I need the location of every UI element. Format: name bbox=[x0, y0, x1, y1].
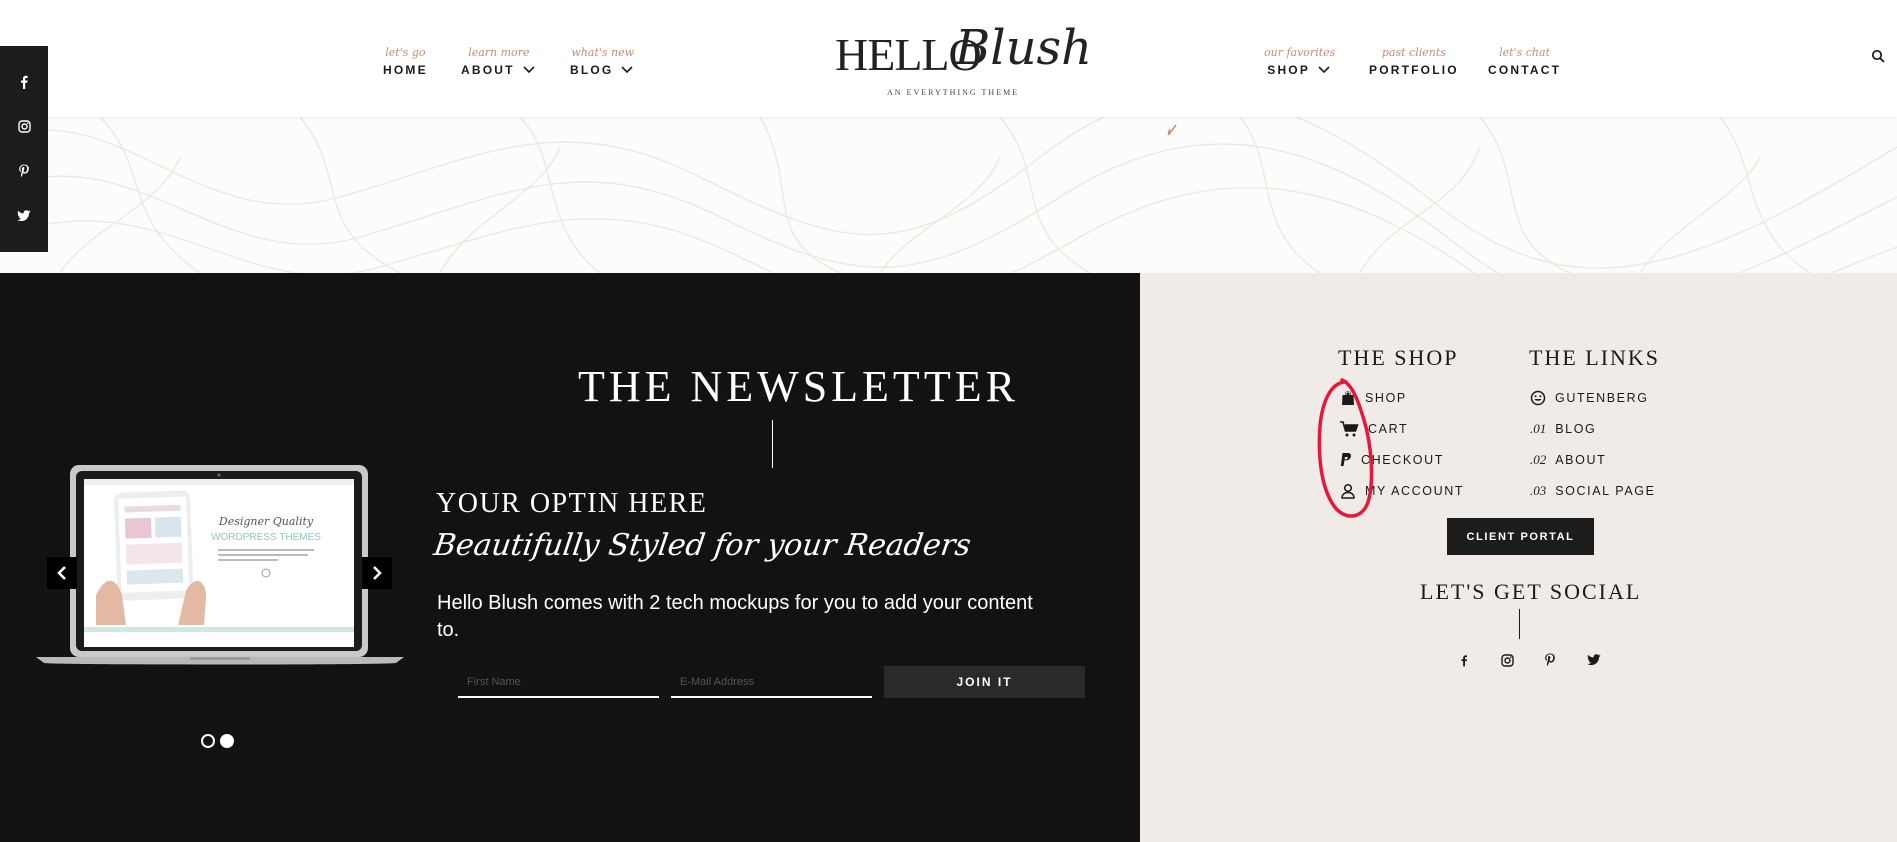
nav-shop-sub: our favorites bbox=[1264, 46, 1336, 59]
shop-link-my-account[interactable]: MY ACCOUNT bbox=[1340, 483, 1464, 499]
link-social-page[interactable]: .03 SOCIAL PAGE bbox=[1530, 483, 1656, 499]
about-link-number: .02 bbox=[1530, 452, 1547, 467]
chevron-down-icon bbox=[523, 66, 535, 74]
site-logo[interactable]: HELLO Blush AN EVERYTHING THEME bbox=[835, 22, 1092, 102]
shop-link-checkout[interactable]: CHECKOUT bbox=[1340, 452, 1444, 468]
nav-portfolio[interactable]: past clients PORTFOLIO bbox=[1369, 46, 1459, 78]
nav-contact-sub: let's chat bbox=[1499, 46, 1550, 59]
floating-social-bar bbox=[0, 46, 48, 252]
twitter-icon[interactable] bbox=[1585, 651, 1603, 669]
nav-blog[interactable]: what's new BLOG bbox=[570, 46, 635, 78]
shopping-bag-icon bbox=[1342, 391, 1354, 405]
checkout-link-label: CHECKOUT bbox=[1361, 453, 1444, 467]
slider-dots bbox=[201, 734, 234, 748]
logo-script-text: Blush bbox=[955, 20, 1093, 76]
cart-icon bbox=[1340, 421, 1359, 437]
user-icon bbox=[1341, 483, 1355, 499]
facebook-icon[interactable] bbox=[13, 71, 35, 93]
paypal-icon bbox=[1340, 453, 1351, 466]
first-name-field[interactable] bbox=[458, 668, 659, 698]
nav-portfolio-sub: past clients bbox=[1381, 46, 1446, 59]
nav-contact[interactable]: let's chat CONTACT bbox=[1488, 46, 1562, 78]
nav-blog-label: BLOG bbox=[570, 63, 614, 77]
shop-column-title: THE SHOP bbox=[1338, 345, 1459, 370]
nav-contact-label: CONTACT bbox=[1488, 63, 1562, 77]
nav-portfolio-label: PORTFOLIO bbox=[1369, 63, 1459, 77]
instagram-icon[interactable] bbox=[1498, 651, 1516, 669]
slider-dot-1[interactable] bbox=[201, 734, 215, 748]
pinterest-icon[interactable] bbox=[13, 160, 35, 182]
my-account-link-label: MY ACCOUNT bbox=[1365, 484, 1465, 498]
gutenberg-link-label: GUTENBERG bbox=[1555, 391, 1649, 405]
links-column-title: THE LINKS bbox=[1529, 345, 1661, 370]
mockup-headline-script: Designer Quality bbox=[218, 515, 314, 528]
site-header: let's go HOME learn more ABOUT what's ne… bbox=[0, 0, 1897, 117]
logo-tagline: AN EVERYTHING THEME bbox=[887, 88, 1020, 97]
link-blog[interactable]: .01 BLOG bbox=[1530, 421, 1596, 437]
email-field[interactable] bbox=[671, 668, 872, 698]
about-link-label: ABOUT bbox=[1555, 453, 1607, 467]
shop-link-shop[interactable]: SHOP bbox=[1340, 390, 1407, 406]
shop-link-cart[interactable]: CART bbox=[1340, 421, 1408, 437]
nav-home-label: HOME bbox=[383, 63, 428, 77]
optin-description: Hello Blush comes with 2 tech mockups fo… bbox=[437, 592, 1033, 641]
chevron-left-icon bbox=[57, 566, 66, 580]
cart-link-label: CART bbox=[1368, 422, 1409, 436]
chevron-down-icon bbox=[621, 66, 634, 74]
search-icon[interactable] bbox=[1871, 49, 1885, 63]
smiley-icon bbox=[1530, 390, 1546, 406]
divider-line bbox=[1519, 609, 1520, 639]
nav-about-label: ABOUT bbox=[461, 63, 515, 77]
social-page-link-number: .03 bbox=[1530, 483, 1547, 498]
chevron-down-icon bbox=[1318, 66, 1330, 74]
nav-shop-label: SHOP bbox=[1267, 63, 1311, 77]
join-button[interactable]: JOIN IT bbox=[884, 666, 1085, 698]
pinterest-icon[interactable] bbox=[1541, 651, 1559, 669]
newsletter-section: THE NEWSLETTER Designer Quality WORDPRES… bbox=[0, 273, 1140, 842]
nav-home-sub: let's go bbox=[385, 46, 426, 59]
newsletter-title: THE NEWSLETTER bbox=[578, 362, 1019, 411]
optin-title: YOUR OPTIN HERE bbox=[436, 488, 708, 519]
nav-home[interactable]: let's go HOME bbox=[383, 46, 428, 78]
optin-script-subtitle: Beautifully Styled for your Readers bbox=[431, 528, 974, 563]
nav-shop[interactable]: our favorites SHOP bbox=[1264, 46, 1336, 78]
slider-next-button[interactable] bbox=[362, 557, 392, 589]
footer-links-section: THE SHOP SHOP CART CHECKOUT MY ACCOUNT T… bbox=[1140, 273, 1897, 842]
social-page-link-label: SOCIAL PAGE bbox=[1555, 484, 1656, 498]
link-gutenberg[interactable]: GUTENBERG bbox=[1530, 390, 1649, 406]
chevron-right-icon bbox=[373, 566, 382, 580]
blog-link-number: .01 bbox=[1530, 421, 1547, 436]
twitter-icon[interactable] bbox=[13, 205, 35, 227]
blog-link-label: BLOG bbox=[1555, 422, 1597, 436]
social-title: LET'S GET SOCIAL bbox=[1420, 579, 1642, 604]
divider-line bbox=[772, 420, 773, 468]
instagram-icon[interactable] bbox=[13, 116, 35, 138]
nav-about[interactable]: learn more ABOUT bbox=[461, 47, 537, 77]
shop-link-label: SHOP bbox=[1365, 391, 1407, 405]
leaf-pattern-background bbox=[0, 117, 1897, 273]
nav-blog-sub: what's new bbox=[571, 46, 635, 59]
client-portal-button[interactable]: CLIENT PORTAL bbox=[1447, 518, 1594, 555]
laptop-mockup: Designer Quality WORDPRESS THEMES bbox=[36, 465, 404, 665]
link-about[interactable]: .02 ABOUT bbox=[1530, 452, 1606, 468]
slider-dot-2[interactable] bbox=[220, 734, 234, 748]
mockup-headline: WORDPRESS THEMES bbox=[211, 532, 321, 543]
facebook-icon[interactable] bbox=[1455, 651, 1473, 669]
nav-about-sub: learn more bbox=[468, 46, 530, 59]
leaf-line-art bbox=[0, 117, 1897, 273]
slider-prev-button[interactable] bbox=[47, 557, 77, 589]
